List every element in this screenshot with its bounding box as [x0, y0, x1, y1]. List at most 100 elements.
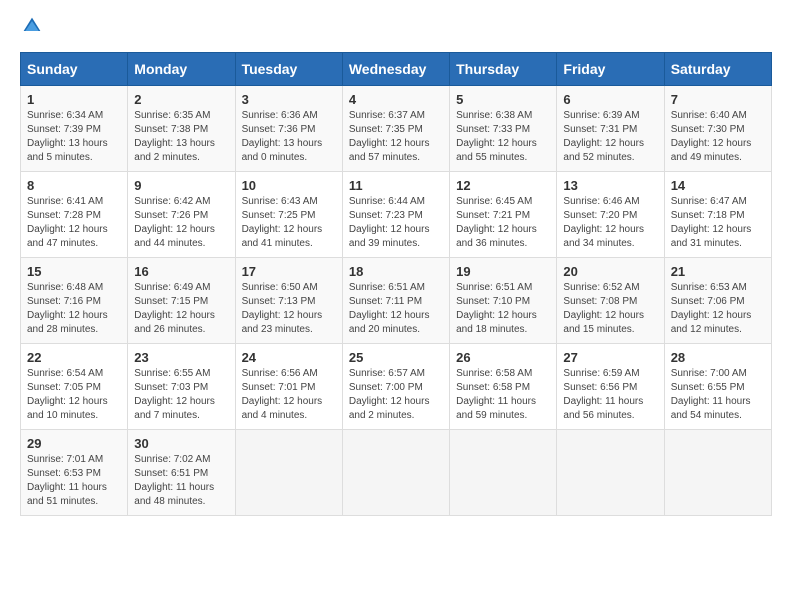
header-monday: Monday [128, 53, 235, 86]
day-number: 19 [456, 264, 550, 279]
calendar-cell [664, 430, 771, 516]
day-number: 9 [134, 178, 228, 193]
header-saturday: Saturday [664, 53, 771, 86]
calendar-cell: 5 Sunrise: 6:38 AM Sunset: 7:33 PM Dayli… [450, 86, 557, 172]
day-info: Sunrise: 6:45 AM Sunset: 7:21 PM Dayligh… [456, 195, 550, 251]
day-info: Sunrise: 6:55 AM Sunset: 7:03 PM Dayligh… [134, 367, 228, 423]
calendar-cell: 1 Sunrise: 6:34 AM Sunset: 7:39 PM Dayli… [21, 86, 128, 172]
calendar-cell: 17 Sunrise: 6:50 AM Sunset: 7:13 PM Dayl… [235, 258, 342, 344]
day-info: Sunrise: 6:54 AM Sunset: 7:05 PM Dayligh… [27, 367, 121, 423]
header-sunday: Sunday [21, 53, 128, 86]
calendar-cell: 25 Sunrise: 6:57 AM Sunset: 7:00 PM Dayl… [342, 344, 449, 430]
calendar-cell: 22 Sunrise: 6:54 AM Sunset: 7:05 PM Dayl… [21, 344, 128, 430]
calendar-cell: 27 Sunrise: 6:59 AM Sunset: 6:56 PM Dayl… [557, 344, 664, 430]
calendar-week-3: 15 Sunrise: 6:48 AM Sunset: 7:16 PM Dayl… [21, 258, 772, 344]
day-number: 25 [349, 350, 443, 365]
header-thursday: Thursday [450, 53, 557, 86]
day-number: 15 [27, 264, 121, 279]
day-number: 11 [349, 178, 443, 193]
day-info: Sunrise: 6:56 AM Sunset: 7:01 PM Dayligh… [242, 367, 336, 423]
day-number: 10 [242, 178, 336, 193]
calendar-header-row: SundayMondayTuesdayWednesdayThursdayFrid… [21, 53, 772, 86]
day-info: Sunrise: 6:51 AM Sunset: 7:10 PM Dayligh… [456, 281, 550, 337]
calendar-cell: 4 Sunrise: 6:37 AM Sunset: 7:35 PM Dayli… [342, 86, 449, 172]
calendar-cell: 18 Sunrise: 6:51 AM Sunset: 7:11 PM Dayl… [342, 258, 449, 344]
day-number: 4 [349, 92, 443, 107]
day-number: 23 [134, 350, 228, 365]
calendar-cell: 28 Sunrise: 7:00 AM Sunset: 6:55 PM Dayl… [664, 344, 771, 430]
day-info: Sunrise: 6:34 AM Sunset: 7:39 PM Dayligh… [27, 109, 121, 165]
calendar-cell: 24 Sunrise: 6:56 AM Sunset: 7:01 PM Dayl… [235, 344, 342, 430]
day-info: Sunrise: 6:39 AM Sunset: 7:31 PM Dayligh… [563, 109, 657, 165]
calendar-cell: 16 Sunrise: 6:49 AM Sunset: 7:15 PM Dayl… [128, 258, 235, 344]
day-info: Sunrise: 6:35 AM Sunset: 7:38 PM Dayligh… [134, 109, 228, 165]
calendar-table: SundayMondayTuesdayWednesdayThursdayFrid… [20, 52, 772, 516]
day-number: 30 [134, 436, 228, 451]
header-wednesday: Wednesday [342, 53, 449, 86]
day-number: 20 [563, 264, 657, 279]
calendar-cell [342, 430, 449, 516]
day-info: Sunrise: 6:49 AM Sunset: 7:15 PM Dayligh… [134, 281, 228, 337]
calendar-cell: 2 Sunrise: 6:35 AM Sunset: 7:38 PM Dayli… [128, 86, 235, 172]
day-info: Sunrise: 6:48 AM Sunset: 7:16 PM Dayligh… [27, 281, 121, 337]
day-info: Sunrise: 6:41 AM Sunset: 7:28 PM Dayligh… [27, 195, 121, 251]
day-info: Sunrise: 6:57 AM Sunset: 7:00 PM Dayligh… [349, 367, 443, 423]
day-number: 26 [456, 350, 550, 365]
day-info: Sunrise: 6:47 AM Sunset: 7:18 PM Dayligh… [671, 195, 765, 251]
day-info: Sunrise: 6:53 AM Sunset: 7:06 PM Dayligh… [671, 281, 765, 337]
day-info: Sunrise: 6:46 AM Sunset: 7:20 PM Dayligh… [563, 195, 657, 251]
calendar-cell: 10 Sunrise: 6:43 AM Sunset: 7:25 PM Dayl… [235, 172, 342, 258]
calendar-week-4: 22 Sunrise: 6:54 AM Sunset: 7:05 PM Dayl… [21, 344, 772, 430]
calendar-cell: 12 Sunrise: 6:45 AM Sunset: 7:21 PM Dayl… [450, 172, 557, 258]
day-info: Sunrise: 6:43 AM Sunset: 7:25 PM Dayligh… [242, 195, 336, 251]
calendar-cell: 21 Sunrise: 6:53 AM Sunset: 7:06 PM Dayl… [664, 258, 771, 344]
header-friday: Friday [557, 53, 664, 86]
calendar-cell: 8 Sunrise: 6:41 AM Sunset: 7:28 PM Dayli… [21, 172, 128, 258]
day-number: 16 [134, 264, 228, 279]
day-number: 1 [27, 92, 121, 107]
day-info: Sunrise: 7:01 AM Sunset: 6:53 PM Dayligh… [27, 453, 121, 509]
day-info: Sunrise: 6:36 AM Sunset: 7:36 PM Dayligh… [242, 109, 336, 165]
calendar-cell: 11 Sunrise: 6:44 AM Sunset: 7:23 PM Dayl… [342, 172, 449, 258]
day-number: 2 [134, 92, 228, 107]
calendar-cell: 13 Sunrise: 6:46 AM Sunset: 7:20 PM Dayl… [557, 172, 664, 258]
day-info: Sunrise: 6:44 AM Sunset: 7:23 PM Dayligh… [349, 195, 443, 251]
day-number: 12 [456, 178, 550, 193]
calendar-cell: 7 Sunrise: 6:40 AM Sunset: 7:30 PM Dayli… [664, 86, 771, 172]
day-number: 3 [242, 92, 336, 107]
day-number: 7 [671, 92, 765, 107]
calendar-cell: 6 Sunrise: 6:39 AM Sunset: 7:31 PM Dayli… [557, 86, 664, 172]
day-number: 22 [27, 350, 121, 365]
day-number: 18 [349, 264, 443, 279]
day-info: Sunrise: 7:02 AM Sunset: 6:51 PM Dayligh… [134, 453, 228, 509]
day-number: 17 [242, 264, 336, 279]
day-info: Sunrise: 6:59 AM Sunset: 6:56 PM Dayligh… [563, 367, 657, 423]
day-info: Sunrise: 7:00 AM Sunset: 6:55 PM Dayligh… [671, 367, 765, 423]
calendar-cell: 20 Sunrise: 6:52 AM Sunset: 7:08 PM Dayl… [557, 258, 664, 344]
calendar-cell: 19 Sunrise: 6:51 AM Sunset: 7:10 PM Dayl… [450, 258, 557, 344]
day-number: 14 [671, 178, 765, 193]
day-number: 24 [242, 350, 336, 365]
calendar-cell: 29 Sunrise: 7:01 AM Sunset: 6:53 PM Dayl… [21, 430, 128, 516]
calendar-cell: 15 Sunrise: 6:48 AM Sunset: 7:16 PM Dayl… [21, 258, 128, 344]
day-number: 29 [27, 436, 121, 451]
logo-icon [22, 16, 42, 36]
calendar-cell: 3 Sunrise: 6:36 AM Sunset: 7:36 PM Dayli… [235, 86, 342, 172]
day-info: Sunrise: 6:50 AM Sunset: 7:13 PM Dayligh… [242, 281, 336, 337]
day-info: Sunrise: 6:51 AM Sunset: 7:11 PM Dayligh… [349, 281, 443, 337]
page-header [20, 20, 772, 36]
calendar-cell: 9 Sunrise: 6:42 AM Sunset: 7:26 PM Dayli… [128, 172, 235, 258]
header-tuesday: Tuesday [235, 53, 342, 86]
day-number: 13 [563, 178, 657, 193]
calendar-cell: 14 Sunrise: 6:47 AM Sunset: 7:18 PM Dayl… [664, 172, 771, 258]
logo [20, 20, 42, 36]
day-number: 27 [563, 350, 657, 365]
day-number: 6 [563, 92, 657, 107]
calendar-week-5: 29 Sunrise: 7:01 AM Sunset: 6:53 PM Dayl… [21, 430, 772, 516]
calendar-week-1: 1 Sunrise: 6:34 AM Sunset: 7:39 PM Dayli… [21, 86, 772, 172]
calendar-cell [450, 430, 557, 516]
calendar-cell [235, 430, 342, 516]
day-info: Sunrise: 6:58 AM Sunset: 6:58 PM Dayligh… [456, 367, 550, 423]
day-info: Sunrise: 6:40 AM Sunset: 7:30 PM Dayligh… [671, 109, 765, 165]
day-info: Sunrise: 6:38 AM Sunset: 7:33 PM Dayligh… [456, 109, 550, 165]
